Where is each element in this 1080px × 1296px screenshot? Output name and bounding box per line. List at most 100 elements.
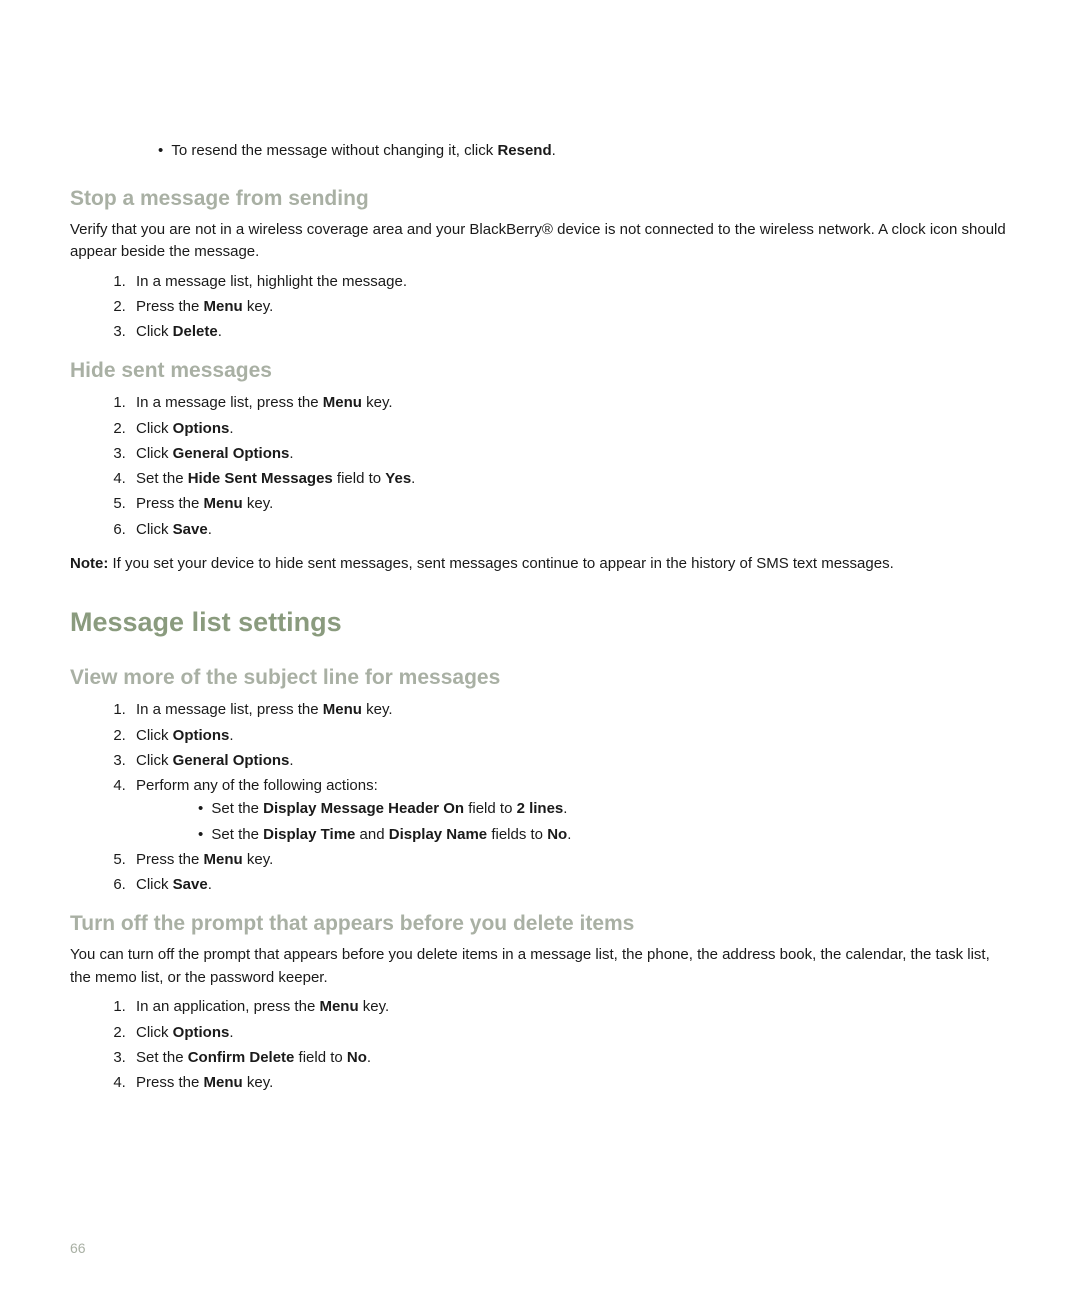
bold-text: Menu (204, 495, 243, 512)
heading-hide-sent: Hide sent messages (70, 359, 1010, 383)
list-item: Click General Options. (130, 749, 1010, 772)
bold-text: Menu (323, 701, 362, 718)
note-text: If you set your device to hide sent mess… (108, 555, 893, 572)
bold-text: Display Name (389, 826, 487, 843)
text: Press the (136, 1074, 204, 1091)
sub-bullets: Set the Display Message Header On field … (192, 797, 1010, 846)
list-item: Perform any of the following actions: Se… (130, 774, 1010, 846)
text: Click (136, 323, 173, 340)
text: . (289, 445, 293, 462)
text: . (411, 470, 415, 487)
bold-text: Display Message Header On (263, 800, 464, 817)
text: Click (136, 876, 173, 893)
steps-prompt: In an application, press the Menu key. C… (110, 995, 1010, 1094)
list-item: In a message list, highlight the message… (130, 270, 1010, 293)
text: key. (359, 998, 390, 1015)
note-label: Note: (70, 555, 108, 572)
text: In a message list, press the (136, 394, 323, 411)
text: . (218, 323, 222, 340)
steps-stop: In a message list, highlight the message… (110, 270, 1010, 344)
heading-stop-sending: Stop a message from sending (70, 187, 1010, 211)
text: Set the (136, 470, 188, 487)
text: and (355, 826, 388, 843)
list-item: Set the Hide Sent Messages field to Yes. (130, 467, 1010, 490)
list-item: In an application, press the Menu key. (130, 995, 1010, 1018)
text: Click (136, 420, 173, 437)
text: In an application, press the (136, 998, 319, 1015)
bold-text: 2 lines (517, 800, 564, 817)
bold-text: Hide Sent Messages (188, 470, 333, 487)
text: . (563, 800, 567, 817)
text: Perform any of the following actions: (136, 777, 378, 794)
text: Click (136, 727, 173, 744)
text: . (208, 876, 212, 893)
text: . (552, 142, 556, 159)
text: key. (243, 1074, 274, 1091)
bold-text: Save (173, 521, 208, 538)
list-item: Press the Menu key. (130, 295, 1010, 318)
bold-text: No (547, 826, 567, 843)
text: . (229, 420, 233, 437)
bold-text: Menu (204, 851, 243, 868)
text: Press the (136, 851, 204, 868)
bold-text: Menu (323, 394, 362, 411)
text: Set the (211, 800, 263, 817)
bold-text: Confirm Delete (188, 1049, 295, 1066)
list-item: Click Options. (130, 724, 1010, 747)
text: key. (243, 298, 274, 315)
intro-text: You can turn off the prompt that appears… (70, 944, 1010, 989)
text: . (229, 1024, 233, 1041)
steps-view: In a message list, press the Menu key. C… (110, 698, 1010, 896)
page-number: 66 (70, 1240, 86, 1256)
text: In a message list, press the (136, 701, 323, 718)
text: . (208, 521, 212, 538)
bold-text: Yes (385, 470, 411, 487)
bold-text: Menu (204, 1074, 243, 1091)
heading-message-list-settings: Message list settings (70, 607, 1010, 638)
bold-text: Menu (319, 998, 358, 1015)
bold-text: Display Time (263, 826, 355, 843)
text: key. (243, 495, 274, 512)
list-item: Set the Display Message Header On field … (192, 797, 1010, 820)
text: Click (136, 521, 173, 538)
list-item: Click Save. (130, 518, 1010, 541)
text: Set the (136, 1049, 188, 1066)
text: field to (333, 470, 386, 487)
list-item: Click Save. (130, 873, 1010, 896)
text: Press the (136, 298, 204, 315)
bold-text: No (347, 1049, 367, 1066)
text: . (229, 727, 233, 744)
text: Click (136, 752, 173, 769)
list-item: Press the Menu key. (130, 1071, 1010, 1094)
bold-text: Options (173, 420, 230, 437)
intro-text: Verify that you are not in a wireless co… (70, 219, 1010, 264)
text: . (567, 826, 571, 843)
text: Press the (136, 495, 204, 512)
list-item: Click Options. (130, 1021, 1010, 1044)
bold-text: Options (173, 727, 230, 744)
text: Click (136, 1024, 173, 1041)
list-item: Click Delete. (130, 320, 1010, 343)
bold-text: Options (173, 1024, 230, 1041)
text: key. (243, 851, 274, 868)
list-item: Press the Menu key. (130, 492, 1010, 515)
text: . (367, 1049, 371, 1066)
bold-text: Delete (173, 323, 218, 340)
bold-text: Resend (497, 142, 551, 159)
text: To resend the message without changing i… (171, 142, 497, 159)
list-item: Set the Display Time and Display Name fi… (192, 823, 1010, 846)
list-item: Press the Menu key. (130, 848, 1010, 871)
list-item: Click Options. (130, 417, 1010, 440)
note: Note: If you set your device to hide sen… (70, 553, 1010, 576)
heading-turn-off-prompt: Turn off the prompt that appears before … (70, 912, 1010, 936)
text: key. (362, 701, 393, 718)
steps-hide: In a message list, press the Menu key. C… (110, 391, 1010, 541)
list-item: In a message list, press the Menu key. (130, 698, 1010, 721)
text: Set the (211, 826, 263, 843)
list-item: In a message list, press the Menu key. (130, 391, 1010, 414)
text: In a message list, highlight the message… (136, 273, 407, 290)
text: key. (362, 394, 393, 411)
text: . (289, 752, 293, 769)
resend-bullet: To resend the message without changing i… (158, 140, 1010, 163)
text: Click (136, 445, 173, 462)
